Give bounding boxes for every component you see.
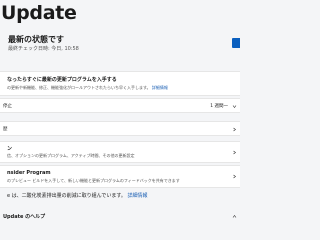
promo-title: なったらすぐに最新の更新プログラムを入手する bbox=[7, 77, 117, 83]
update-history-row[interactable]: 歴 bbox=[0, 121, 240, 136]
advanced-options-row[interactable]: ン 信、オプションの更新プログラム、アクティブ時間、その他の更新設定 bbox=[0, 141, 240, 163]
advanced-title: ン bbox=[7, 146, 13, 152]
promo-desc: の更新や新機能、修正、機能強化がロールアウトされたらいち早く入手します。 bbox=[7, 85, 151, 90]
carbon-note-text: e は、二酸化炭素排出量の削減に取り組んでいます。 bbox=[7, 193, 126, 199]
carbon-note: e は、二酸化炭素排出量の削減に取り組んでいます。 詳細情報 bbox=[7, 192, 148, 199]
advanced-desc: 信、オプションの更新プログラム、アクティブ時間、その他の更新設定 bbox=[7, 153, 135, 158]
pause-updates-row[interactable]: 停止 1 週間一 bbox=[0, 98, 240, 113]
history-label: 歴 bbox=[3, 127, 8, 132]
check-updates-button[interactable] bbox=[232, 38, 240, 48]
insider-program-row[interactable]: nsider Program のプレビュー ビルドを入手して、新しい機能と更新プ… bbox=[0, 165, 240, 188]
page-title: Update bbox=[1, 2, 77, 24]
promo-desc-row: の更新や新機能、修正、機能強化がロールアウトされたらいち早く入手します。 詳細情… bbox=[7, 85, 168, 91]
status-title: 最新の状態です bbox=[8, 35, 64, 44]
pause-duration-select[interactable]: 1 週間一 bbox=[210, 103, 228, 109]
promo-card: なったらすぐに最新の更新プログラムを入手する の更新や新機能、修正、機能強化がロ… bbox=[0, 71, 240, 96]
chevron-up-icon[interactable] bbox=[232, 214, 237, 219]
insider-desc: のプレビュー ビルドを入手して、新しい機能と更新プログラムのフィードバックを共有… bbox=[7, 178, 180, 183]
chevron-right-icon bbox=[233, 150, 236, 155]
chevron-right-icon bbox=[233, 174, 236, 179]
status-last-checked: 最終チェック日時: 今日, 10:58 bbox=[8, 46, 79, 52]
insider-title: nsider Program bbox=[7, 170, 51, 176]
help-section-header[interactable]: Update のヘルプ bbox=[3, 213, 45, 220]
promo-learn-more-link[interactable]: 詳細情報 bbox=[152, 85, 168, 90]
pause-label: 停止 bbox=[3, 104, 12, 109]
chevron-right-icon bbox=[233, 127, 236, 132]
chevron-down-icon[interactable] bbox=[232, 104, 237, 109]
carbon-learn-more-link[interactable]: 詳細情報 bbox=[128, 193, 148, 199]
